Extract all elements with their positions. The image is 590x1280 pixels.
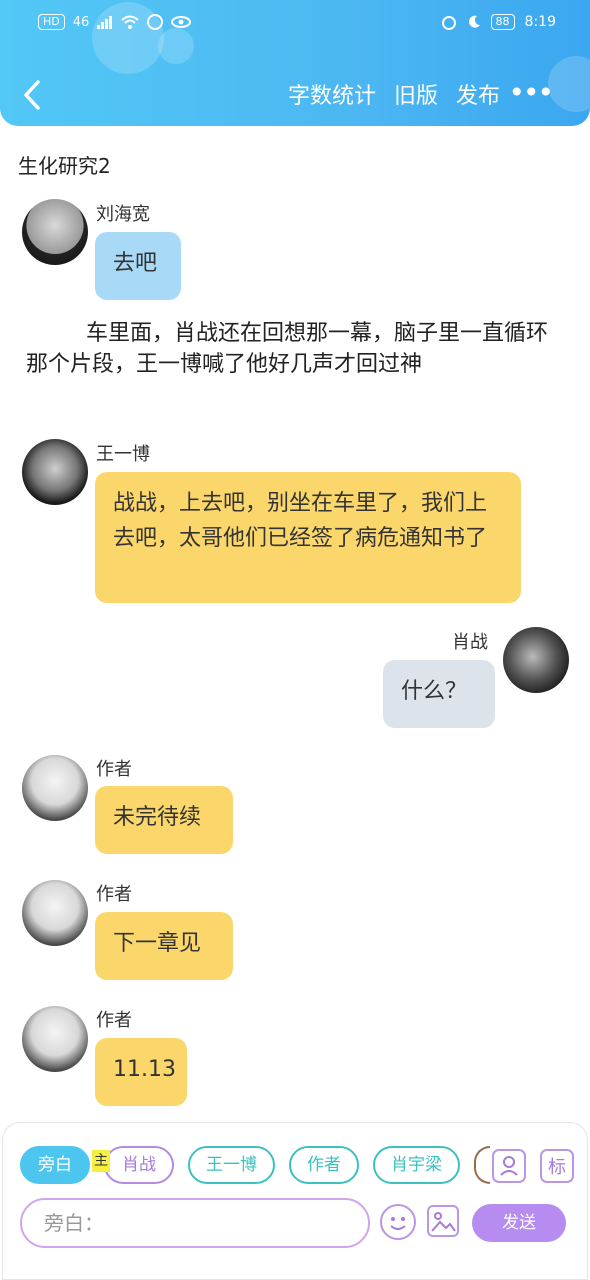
avatar-author[interactable]	[22, 880, 88, 946]
wifi-icon	[121, 15, 139, 29]
message-bubble[interactable]: 去吧	[95, 232, 181, 300]
sender-name: 作者	[96, 884, 132, 905]
chip-xiao-yuliang[interactable]: 肖宇梁	[373, 1146, 460, 1184]
decor-circle	[548, 56, 590, 112]
image-icon[interactable]	[427, 1205, 459, 1237]
message-bubble[interactable]: 11.13	[95, 1038, 187, 1106]
avatar-liu-haikuan[interactable]	[22, 199, 88, 265]
message-bubble[interactable]: 什么？	[383, 660, 495, 728]
message-input[interactable]: 旁白：	[20, 1198, 370, 1248]
narration-text: 车里面，肖战还在回想那一幕，脑子里一直循环那个片段，王一博喊了他好几声才回过神	[26, 321, 549, 377]
chip-author[interactable]: 作者	[289, 1146, 359, 1184]
back-arrow-icon[interactable]	[20, 76, 44, 114]
send-button[interactable]: 发送	[472, 1204, 566, 1242]
chip-narration[interactable]: 旁白	[20, 1146, 90, 1184]
network-indicator: 46	[72, 14, 90, 30]
signal-icon	[97, 16, 113, 29]
status-bar: HD 46 88 8:19	[0, 0, 590, 50]
more-menu-icon[interactable]: •••	[508, 78, 554, 108]
hd-indicator: HD	[38, 14, 65, 30]
avatar-author[interactable]	[22, 755, 88, 821]
sender-name: 肖战	[452, 632, 488, 653]
person-icon	[500, 1156, 518, 1176]
battery-level: 88	[490, 14, 515, 30]
sender-name: 王一博	[96, 444, 150, 465]
moon-icon	[468, 15, 480, 28]
publish-button[interactable]: 发布	[456, 78, 500, 110]
avatar-xiao-zhan[interactable]	[503, 627, 569, 693]
sender-name: 刘海宽	[96, 204, 150, 225]
word-count-button[interactable]: 字数统计	[288, 78, 376, 110]
old-version-button[interactable]: 旧版	[394, 78, 438, 110]
message-bubble[interactable]: 未完待续	[95, 786, 233, 854]
main-role-marker: 主	[92, 1150, 110, 1172]
alarm-icon	[441, 16, 456, 30]
data-saver-icon	[147, 14, 164, 30]
tag-button[interactable]: 标	[540, 1149, 574, 1183]
sender-name: 作者	[96, 759, 132, 780]
avatar-wang-yibo[interactable]	[22, 439, 88, 505]
role-chips: 旁白 肖战 王一博 作者 肖宇梁	[20, 1146, 490, 1184]
chapter-title: 生化研究2	[18, 154, 111, 178]
message-bubble[interactable]: 战战，上去吧，别坐在车里了，我们上去吧，太哥他们已经签了病危通知书了	[95, 472, 521, 603]
message-bubble[interactable]: 下一章见	[95, 912, 233, 980]
chip-wang-yibo[interactable]: 王一博	[188, 1146, 275, 1184]
eye-icon	[171, 16, 192, 28]
avatar-author[interactable]	[22, 1006, 88, 1072]
sender-name: 作者	[96, 1010, 132, 1031]
chip-xiao-zhan[interactable]: 肖战	[104, 1146, 174, 1184]
emoji-icon[interactable]	[380, 1204, 416, 1240]
profile-icon[interactable]	[492, 1149, 526, 1183]
header-bar: HD 46 88 8:19 字数统计 旧版 发布 •••	[0, 0, 590, 126]
clock: 8:19	[524, 14, 556, 30]
chip-more[interactable]	[474, 1146, 490, 1184]
